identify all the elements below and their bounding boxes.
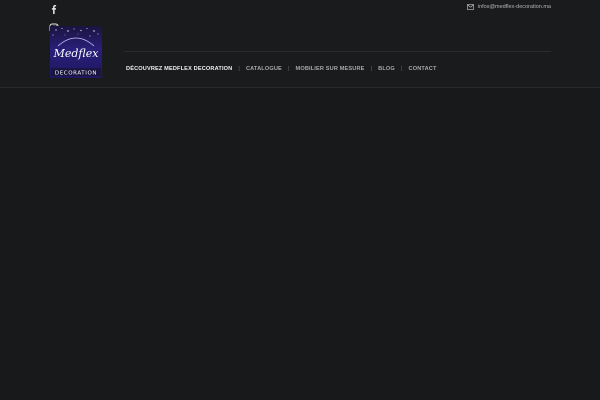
nav-separator: | [238, 66, 240, 72]
envelope-icon [466, 4, 474, 10]
logo-script: Medflex [53, 47, 100, 60]
facebook-icon[interactable] [49, 4, 59, 14]
email-text: infos@medflex-decoration.ma [477, 4, 551, 10]
nav-separator: | [287, 66, 290, 72]
nav-item-decouvrez[interactable]: DÉCOUVREZ MEDFLEX DECORATION [126, 66, 232, 72]
site-header: infos@medflex-decoration.ma Medflex DECO… [0, 0, 600, 88]
nav-item-catalogue[interactable]: CATALOGUE [246, 66, 282, 72]
divider [124, 51, 551, 52]
nav-item-mobilier[interactable]: MOBILIER SUR MESURE [296, 66, 365, 72]
nav-item-blog[interactable]: BLOG [378, 66, 395, 72]
main-nav: DÉCOUVREZ MEDFLEX DECORATION | CATALOGUE… [126, 66, 437, 72]
logo-caption: DECORATION [55, 71, 97, 77]
nav-separator: | [370, 66, 373, 72]
nav-separator: | [400, 66, 403, 72]
contact-email[interactable]: infos@medflex-decoration.ma [466, 4, 551, 10]
nav-item-contact[interactable]: CONTACT [409, 66, 437, 72]
logo[interactable]: Medflex DECORATION [50, 26, 102, 78]
